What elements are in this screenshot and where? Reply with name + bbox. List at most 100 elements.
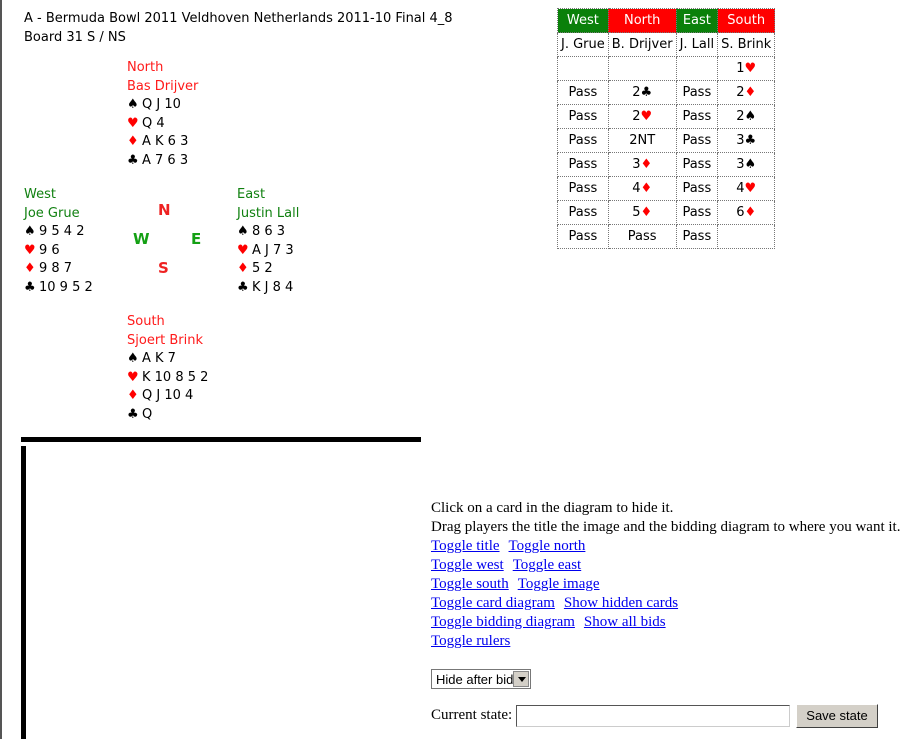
south-heart-cards[interactable]: K 10 8 5 2 xyxy=(142,370,208,385)
heart-icon: ♥ xyxy=(744,61,757,76)
toggle-west-link[interactable]: Toggle west xyxy=(431,557,504,573)
north-diamonds[interactable]: ♦ A K 6 3 xyxy=(127,133,198,152)
bid-cell-east[interactable]: Pass xyxy=(675,104,719,129)
hand-east[interactable]: East Justin Lall ♠ 8 6 3 ♥ A J 7 3 ♦ 5 2 ♣ K… xyxy=(237,186,299,297)
bid-cell-east[interactable] xyxy=(675,56,719,81)
hand-north[interactable]: North Bas Drijver ♠ Q J 10 ♥ Q 4 ♦ A K 6 3 … xyxy=(127,59,198,170)
board-title[interactable]: A - Bermuda Bowl 2011 Veldhoven Netherla… xyxy=(24,10,453,47)
east-diamonds[interactable]: ♦ 5 2 xyxy=(237,260,299,279)
club-icon: ♣ xyxy=(127,152,139,168)
save-state-button[interactable]: Save state xyxy=(796,704,878,728)
toggle-east-link[interactable]: Toggle east xyxy=(513,557,582,573)
show-hidden-cards-link[interactable]: Show hidden cards xyxy=(564,595,678,611)
chevron-down-icon[interactable] xyxy=(513,671,529,687)
west-heart-cards[interactable]: 9 6 xyxy=(39,243,60,258)
bid-cell-south[interactable]: 3♣ xyxy=(717,128,776,153)
south-club-cards[interactable]: Q xyxy=(142,407,152,422)
bid-cell-south[interactable]: 1♥ xyxy=(717,56,776,81)
south-spade-cards[interactable]: A K 7 xyxy=(142,351,176,366)
spade-icon: ♠ xyxy=(744,109,757,124)
west-hearts[interactable]: ♥ 9 6 xyxy=(24,242,93,261)
bid-display-select-value: Hide after bid xyxy=(436,672,514,687)
bid-cell-south[interactable]: 6♦ xyxy=(717,200,776,225)
bid-cell-east[interactable]: Pass xyxy=(675,152,719,177)
east-heart-cards[interactable]: A J 7 3 xyxy=(252,243,294,258)
bid-cell-east[interactable]: Pass xyxy=(675,224,719,249)
bid-cell-north[interactable]: Pass xyxy=(607,224,677,249)
east-clubs[interactable]: ♣ K J 8 4 xyxy=(237,279,299,298)
bid-cell-west[interactable]: Pass xyxy=(557,128,609,153)
bid-cell-south[interactable]: 3♠ xyxy=(717,152,776,177)
toggle-image-link[interactable]: Toggle image xyxy=(518,576,600,592)
bid-cell-west[interactable]: Pass xyxy=(557,200,609,225)
west-clubs[interactable]: ♣ 10 9 5 2 xyxy=(24,279,93,298)
bid-cell-north[interactable]: 4♦ xyxy=(607,176,677,201)
bid-level: Pass xyxy=(682,181,712,196)
instructions-panel: Click on a card in the diagram to hide i… xyxy=(431,499,900,651)
north-club-cards[interactable]: A 7 6 3 xyxy=(142,153,188,168)
north-diamond-cards[interactable]: A K 6 3 xyxy=(142,134,188,149)
west-spade-cards[interactable]: 9 5 4 2 xyxy=(39,224,84,239)
toggle-south-link[interactable]: Toggle south xyxy=(431,576,509,592)
hand-west[interactable]: West Joe Grue ♠ 9 5 4 2 ♥ 9 6 ♦ 9 8 7 ♣ 10 9… xyxy=(24,186,93,297)
toggle-title-link[interactable]: Toggle title xyxy=(431,538,500,554)
bid-cell-south[interactable]: 2♦ xyxy=(717,80,776,105)
bid-cell-west[interactable]: Pass xyxy=(557,224,609,249)
east-spade-cards[interactable]: 8 6 3 xyxy=(252,224,285,239)
bid-cell-south[interactable]: 4♥ xyxy=(717,176,776,201)
current-state-input[interactable] xyxy=(516,705,790,727)
bid-cell-south[interactable] xyxy=(717,224,776,249)
bid-cell-west[interactable]: Pass xyxy=(557,104,609,129)
bid-cell-north[interactable]: 2♣ xyxy=(607,80,677,105)
north-heart-cards[interactable]: Q 4 xyxy=(142,116,165,131)
south-hearts[interactable]: ♥ K 10 8 5 2 xyxy=(127,369,208,388)
vertical-ruler[interactable] xyxy=(21,446,26,739)
hand-south[interactable]: South Sjoert Brink ♠ A K 7 ♥ K 10 8 5 2 ♦ Q… xyxy=(127,313,208,424)
toggle-rulers-link[interactable]: Toggle rulers xyxy=(431,633,510,649)
north-hearts[interactable]: ♥ Q 4 xyxy=(127,115,198,134)
toggle-bidding-diagram-link[interactable]: Toggle bidding diagram xyxy=(431,614,575,630)
west-spades[interactable]: ♠ 9 5 4 2 xyxy=(24,223,93,242)
compass-east-label: E xyxy=(191,230,202,248)
north-spades[interactable]: ♠ Q J 10 xyxy=(127,96,198,115)
north-clubs[interactable]: ♣ A 7 6 3 xyxy=(127,152,198,171)
south-diamonds[interactable]: ♦ Q J 10 4 xyxy=(127,387,208,406)
east-club-cards[interactable]: K J 8 4 xyxy=(252,280,293,295)
bid-cell-east[interactable]: Pass xyxy=(675,80,719,105)
bidding-round-row: 1♥ xyxy=(557,56,776,81)
bid-cell-west[interactable]: Pass xyxy=(557,152,609,177)
show-all-bids-link[interactable]: Show all bids xyxy=(584,614,666,630)
west-diamonds[interactable]: ♦ 9 8 7 xyxy=(24,260,93,279)
south-diamond-cards[interactable]: Q J 10 4 xyxy=(142,388,193,403)
toggle-north-link[interactable]: Toggle north xyxy=(509,538,586,554)
east-diamond-cards[interactable]: 5 2 xyxy=(252,261,273,276)
bid-cell-west[interactable] xyxy=(557,56,609,81)
toggle-card-diagram-link[interactable]: Toggle card diagram xyxy=(431,595,555,611)
bid-cell-east[interactable]: Pass xyxy=(675,200,719,225)
bid-cell-west[interactable]: Pass xyxy=(557,80,609,105)
horizontal-ruler[interactable] xyxy=(21,437,421,442)
north-spade-cards[interactable]: Q J 10 xyxy=(142,97,181,112)
west-diamond-cards[interactable]: 9 8 7 xyxy=(39,261,72,276)
bidding-diagram[interactable]: West North East South J. Grue B. Drijver… xyxy=(557,8,776,249)
bid-display-select[interactable]: Hide after bid xyxy=(431,669,531,689)
bid-cell-south[interactable]: 2♠ xyxy=(717,104,776,129)
south-player-name: Sjoert Brink xyxy=(127,332,204,348)
bid-cell-east[interactable]: Pass xyxy=(675,176,719,201)
bid-cell-north[interactable] xyxy=(607,56,677,81)
east-spades[interactable]: ♠ 8 6 3 xyxy=(237,223,299,242)
bid-cell-north[interactable]: 5♦ xyxy=(607,200,677,225)
south-clubs[interactable]: ♣ Q xyxy=(127,406,208,425)
south-spades[interactable]: ♠ A K 7 xyxy=(127,350,208,369)
bid-cell-west[interactable]: Pass xyxy=(557,176,609,201)
bid-level: 1 xyxy=(736,61,745,76)
instruction-hide-card: Click on a card in the diagram to hide i… xyxy=(431,500,674,516)
bid-cell-north[interactable]: 2♥ xyxy=(607,104,677,129)
spade-icon: ♠ xyxy=(744,157,757,172)
west-club-cards[interactable]: 10 9 5 2 xyxy=(39,280,93,295)
bid-level: Pass xyxy=(568,109,598,124)
bid-cell-east[interactable]: Pass xyxy=(675,128,719,153)
bid-cell-north[interactable]: 3♦ xyxy=(607,152,677,177)
bid-cell-north[interactable]: 2NT xyxy=(607,128,677,153)
east-hearts[interactable]: ♥ A J 7 3 xyxy=(237,242,299,261)
